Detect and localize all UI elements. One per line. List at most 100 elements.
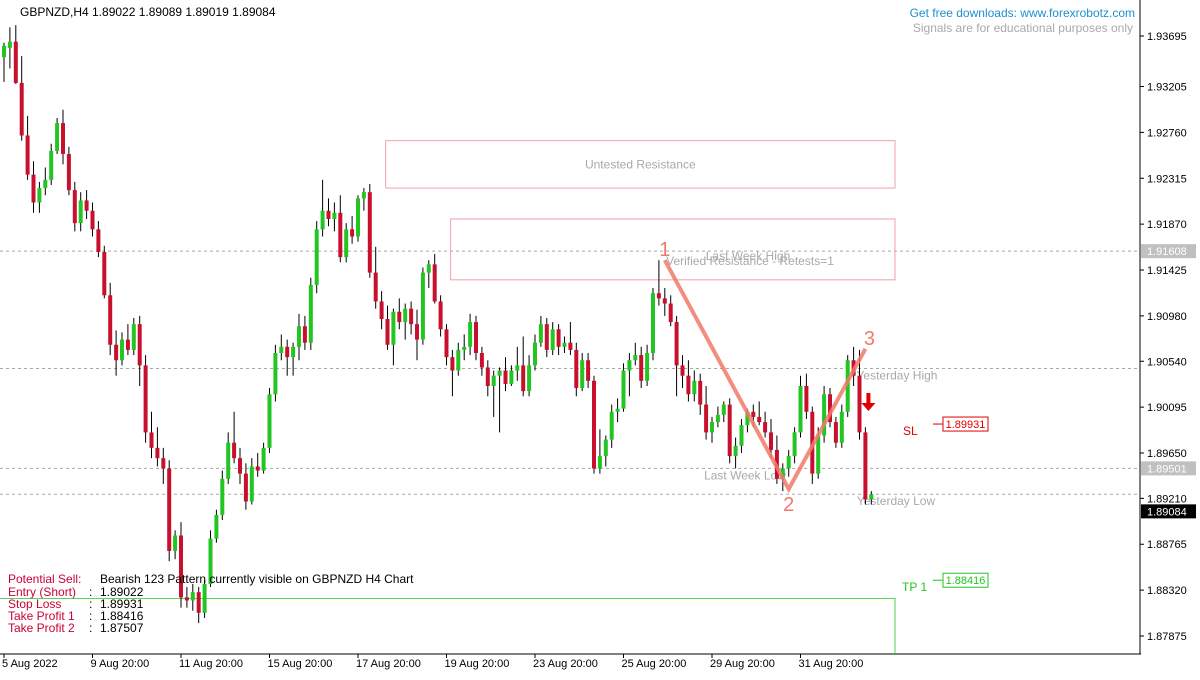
info-key-tp2: Take Profit 2 [8,621,75,635]
time-tick-label: 25 Aug 20:00 [622,658,687,670]
candle-body [214,514,219,539]
price-tick-label: 1.91870 [1147,219,1187,231]
price-tick-label: 1.90980 [1147,311,1187,323]
candle-body [462,346,467,350]
info-key-potential-sell: Potential Sell: [8,572,81,586]
candle-body [521,365,526,392]
candle-body [155,447,160,459]
candle-body [833,422,838,443]
candle-body [857,375,862,433]
candle-body [161,458,166,469]
time-tick-label: 15 Aug 20:00 [268,658,333,670]
candle-body [279,346,284,354]
candle-body [792,432,797,457]
candle-body [7,41,12,48]
candle-body [43,179,48,189]
signal-price: 1.88416 [946,575,986,587]
candle-body [432,264,437,302]
candle-body [232,442,237,459]
candle-body [37,188,42,203]
candle-body [31,174,36,203]
candle-body [450,357,455,371]
candle-body [420,272,425,340]
candle-body [66,154,71,191]
reference-line-label: Yesterday Low [857,494,936,508]
candle-body [338,212,343,258]
candle-body [173,535,178,551]
candle-body [668,303,673,323]
zone-label: Untested Resistance [585,157,696,171]
candle-body [662,298,667,304]
candle-body [715,414,720,423]
candle-body [727,404,732,457]
candle-body [255,466,260,471]
candle-body [674,322,679,366]
candle-body [314,229,319,285]
candle-body [273,353,278,395]
candle-body [562,342,567,347]
candle-body [125,339,130,350]
candle-body [308,284,313,343]
candle-body [55,123,60,151]
candle-body [733,445,738,457]
price-tick-label: 1.88320 [1147,585,1187,597]
candle-body [25,135,30,175]
candle-body [839,411,844,443]
candle-body [409,308,414,325]
pattern-point-label: 1 [659,239,670,261]
candle-body [356,198,360,237]
price-marker-label: 1.91608 [1147,246,1187,258]
time-tick-label: 17 Aug 20:00 [356,658,421,670]
candle-body [721,404,726,415]
candle-body [108,295,113,345]
price-chart: Last Week HighYesterday HighLast Week Lo… [0,0,1200,675]
candle-body [350,229,355,237]
candle-body [149,432,154,448]
candle-body [869,494,874,500]
candle-body [373,272,378,302]
candle-body [167,468,172,551]
chart-window: Last Week High Yesterday High Last Week Lo… [0,0,1200,675]
candle-body [550,329,555,350]
candle-body [243,473,248,502]
signal-label: TP 1 [902,580,927,594]
candle-body [84,200,89,211]
candle-body [479,353,484,368]
candle-body [633,355,638,361]
candle-body [320,210,325,230]
price-marker-label: 1.89084 [1147,506,1187,518]
candle-body [78,200,83,224]
price-tick-label: 1.87875 [1147,631,1187,643]
candle-body [438,301,443,330]
candle-body [426,264,431,273]
candle-body [680,365,685,376]
candle-body [137,324,142,366]
candle-body [574,349,579,389]
candle-body [196,592,201,613]
candle-body [114,344,119,361]
candle-body [385,318,390,345]
candle-body [238,458,242,474]
signal-label: SL [903,424,918,438]
candle-body [397,311,402,323]
info-value-potential-sell: Bearish 123 Pattern currently visible on… [100,572,414,586]
candle-body [763,422,768,433]
price-tick-label: 1.92315 [1147,173,1187,185]
promo-link[interactable]: Get free downloads: www.forexrobotz.com [910,6,1135,20]
candle-body [651,293,655,354]
candle-body [468,322,473,347]
candle-body [297,326,301,347]
price-tick-label: 1.93695 [1147,31,1187,43]
candle-body [291,346,296,358]
price-tick-label: 1.90540 [1147,356,1187,368]
candle-body [326,210,331,219]
candle-body [603,439,608,457]
candle-body [804,386,809,412]
price-tick-label: 1.91425 [1147,265,1187,277]
price-marker-label: 1.89501 [1147,463,1187,475]
candle-body [179,535,183,598]
candle-body [391,311,396,345]
candle-body [645,353,650,381]
candle-body [580,360,585,389]
candle-body [102,251,107,296]
